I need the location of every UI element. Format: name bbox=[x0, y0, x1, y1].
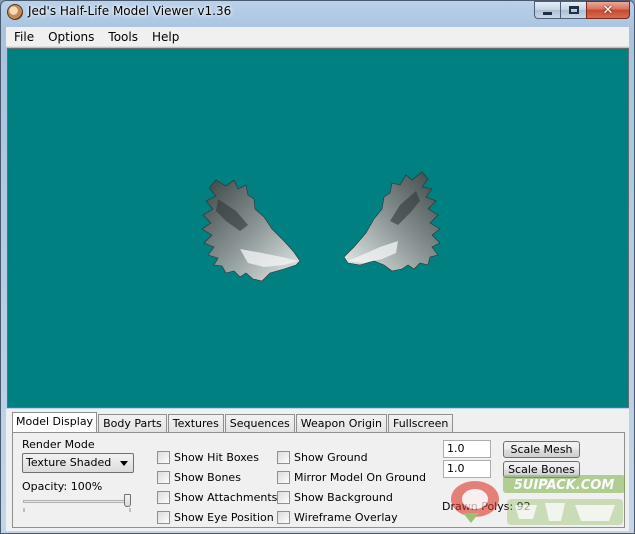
svg-text:5UIPACK.COM: 5UIPACK.COM bbox=[514, 478, 615, 493]
checkbox-label: Show Ground bbox=[294, 450, 368, 464]
tab-fullscreen[interactable]: Fullscreen bbox=[387, 414, 454, 432]
opacity-label: Opacity: 100% bbox=[22, 480, 103, 493]
checkbox-box[interactable] bbox=[157, 470, 170, 484]
checkbox-label: Show Hit Boxes bbox=[174, 450, 259, 464]
checkbox-box[interactable] bbox=[277, 470, 290, 484]
checkbox-box[interactable] bbox=[157, 490, 170, 504]
slider-thumb[interactable] bbox=[124, 494, 131, 507]
checkbox-box[interactable] bbox=[157, 510, 170, 524]
scale-mesh-input[interactable]: 1.0 bbox=[443, 440, 491, 458]
show-hit-boxes-checkbox[interactable]: Show Hit Boxes bbox=[157, 449, 259, 465]
menu-tools[interactable]: Tools bbox=[101, 27, 145, 47]
app-window: Jed's Half-Life Model Viewer v1.36 ✕ Fil… bbox=[0, 0, 635, 534]
maximize-button[interactable] bbox=[560, 1, 586, 19]
app-icon[interactable] bbox=[7, 4, 23, 20]
model-viewport[interactable] bbox=[7, 48, 629, 408]
title-bar[interactable]: Jed's Half-Life Model Viewer v1.36 ✕ bbox=[1, 1, 634, 25]
mirror-model-checkbox[interactable]: Mirror Model On Ground bbox=[277, 469, 426, 485]
close-button[interactable]: ✕ bbox=[586, 1, 630, 19]
wireframe-overlay-checkbox[interactable]: Wireframe Overlay bbox=[277, 509, 398, 525]
left-wing bbox=[201, 179, 301, 282]
checkbox-box[interactable] bbox=[157, 450, 170, 464]
tab-sequences[interactable]: Sequences bbox=[224, 414, 295, 432]
caption-buttons: ✕ bbox=[534, 1, 630, 19]
site-watermark-logo: 5UIPACK.COM bbox=[451, 475, 625, 525]
show-eye-position-checkbox[interactable]: Show Eye Position bbox=[157, 509, 274, 525]
show-bones-checkbox[interactable]: Show Bones bbox=[157, 469, 241, 485]
slider-track[interactable] bbox=[23, 500, 131, 503]
scale-mesh-button[interactable]: Scale Mesh bbox=[503, 441, 580, 458]
close-icon: ✕ bbox=[602, 2, 614, 18]
menu-file[interactable]: File bbox=[7, 27, 41, 47]
checkbox-label: Show Background bbox=[294, 490, 393, 504]
menu-bar: File Options Tools Help bbox=[6, 27, 629, 47]
render-mode-value: Texture Shaded bbox=[26, 456, 112, 469]
minimize-icon bbox=[543, 11, 552, 15]
show-attachments-checkbox[interactable]: Show Attachments bbox=[157, 489, 277, 505]
tab-model-display[interactable]: Model Display bbox=[12, 412, 98, 433]
right-wing bbox=[343, 171, 441, 272]
tab-weapon-origin[interactable]: Weapon Origin bbox=[295, 414, 387, 432]
tab-strip: Model Display Body Parts Textures Sequen… bbox=[12, 412, 454, 433]
tab-textures[interactable]: Textures bbox=[167, 414, 224, 432]
show-background-checkbox[interactable]: Show Background bbox=[277, 489, 393, 505]
render-mode-label: Render Mode bbox=[22, 438, 95, 451]
wings-model bbox=[201, 171, 441, 282]
checkbox-box[interactable] bbox=[277, 450, 290, 464]
minimize-button[interactable] bbox=[534, 1, 560, 19]
checkbox-label: Show Eye Position bbox=[174, 510, 274, 524]
menu-options[interactable]: Options bbox=[41, 27, 101, 47]
render-mode-select[interactable]: Texture Shaded bbox=[22, 453, 134, 473]
checkbox-box[interactable] bbox=[277, 510, 290, 524]
checkbox-box[interactable] bbox=[277, 490, 290, 504]
checkbox-label: Show Attachments bbox=[174, 490, 278, 504]
menu-help[interactable]: Help bbox=[145, 27, 186, 47]
checkbox-label: Show Bones bbox=[174, 470, 241, 484]
checkbox-label: Wireframe Overlay bbox=[294, 510, 398, 524]
chevron-down-icon bbox=[120, 461, 128, 466]
show-ground-checkbox[interactable]: Show Ground bbox=[277, 449, 368, 465]
window-title: Jed's Half-Life Model Viewer v1.36 bbox=[28, 4, 232, 18]
tab-body-parts[interactable]: Body Parts bbox=[98, 414, 167, 432]
slider-ticks bbox=[23, 508, 131, 512]
maximize-icon bbox=[568, 6, 579, 14]
checkbox-label: Mirror Model On Ground bbox=[294, 470, 427, 484]
